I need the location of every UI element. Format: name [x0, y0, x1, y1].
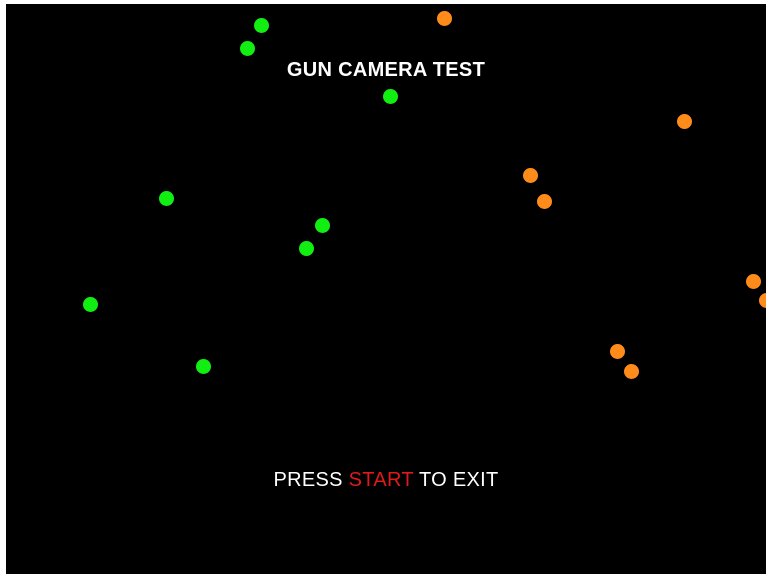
green-target-dot	[254, 18, 269, 33]
orange-target-dot	[523, 168, 538, 183]
game-screen: GUN CAMERA TEST PRESS START TO EXIT	[6, 4, 766, 574]
orange-target-dot	[677, 114, 692, 129]
green-target-dot	[299, 241, 314, 256]
green-target-dot	[83, 297, 98, 312]
orange-target-dot	[746, 274, 761, 289]
green-target-dot	[159, 191, 174, 206]
green-target-dot	[240, 41, 255, 56]
orange-target-dot	[759, 293, 766, 308]
screen-title: GUN CAMERA TEST	[286, 59, 486, 81]
prompt-suffix: TO EXIT	[413, 469, 499, 491]
green-target-dot	[383, 89, 398, 104]
exit-prompt: PRESS START TO EXIT	[6, 469, 766, 492]
green-target-dot	[196, 359, 211, 374]
orange-target-dot	[624, 364, 639, 379]
orange-target-dot	[537, 194, 552, 209]
start-key-label: START	[348, 469, 414, 491]
prompt-prefix: PRESS	[273, 469, 349, 491]
orange-target-dot	[437, 11, 452, 26]
green-target-dot	[315, 218, 330, 233]
orange-target-dot	[610, 344, 625, 359]
